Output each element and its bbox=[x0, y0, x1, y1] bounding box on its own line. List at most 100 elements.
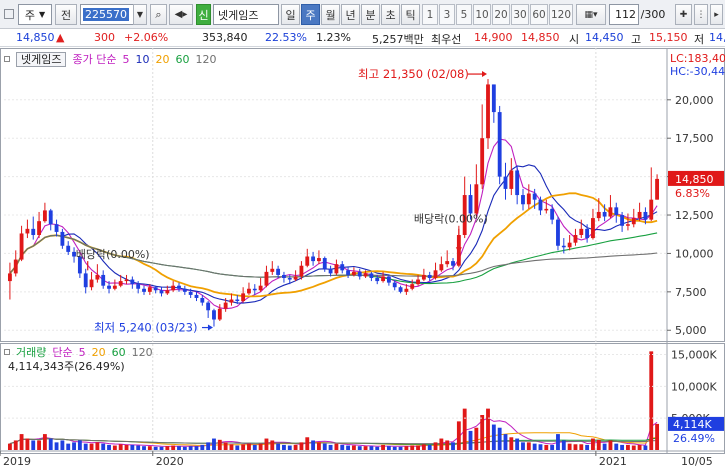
tool-expand-button[interactable]: ▸ bbox=[710, 4, 723, 25]
candle-body bbox=[550, 208, 555, 220]
volume-bar bbox=[287, 445, 292, 450]
legend-ma120: 120 bbox=[195, 52, 217, 66]
volume-bar bbox=[340, 444, 345, 450]
chart-area[interactable]: 5,0007,50010,00012,50015,00017,50020,000… bbox=[0, 48, 725, 472]
legend-vma120: 120 bbox=[131, 345, 153, 359]
volume-bar bbox=[346, 445, 350, 450]
market-all-button[interactable]: 전 bbox=[55, 4, 77, 25]
candle-body bbox=[252, 288, 257, 291]
candle-body bbox=[299, 265, 304, 277]
legend-vma20: 20 bbox=[91, 345, 106, 359]
candle-body bbox=[165, 290, 170, 294]
interval-20-button[interactable]: 20 bbox=[492, 4, 510, 25]
candle-body bbox=[206, 302, 211, 311]
window-icon[interactable] bbox=[4, 9, 14, 19]
period-second-tab[interactable]: 초 bbox=[381, 4, 400, 25]
period-tick-tab[interactable]: 틱 bbox=[401, 4, 420, 25]
period-day-tab[interactable]: 일 bbox=[281, 4, 300, 25]
candle-body bbox=[171, 285, 176, 291]
candle-body bbox=[620, 215, 625, 226]
period-week-tab[interactable]: 주 bbox=[301, 4, 320, 25]
candle-body bbox=[223, 302, 228, 309]
candle-body bbox=[369, 273, 374, 279]
settings-button[interactable]: ▦▾ bbox=[576, 4, 606, 25]
candle-body bbox=[317, 258, 321, 262]
period-month-tab[interactable]: 월 bbox=[321, 4, 340, 25]
volume-bar bbox=[37, 440, 41, 450]
volume-bar bbox=[229, 444, 234, 450]
volume-bar bbox=[550, 444, 555, 450]
interval-3-button[interactable]: 3 bbox=[439, 4, 455, 25]
speaker-icon: ◀▸ bbox=[174, 9, 188, 20]
volume-bar bbox=[89, 443, 94, 450]
annotation-low: 최저 5,240 (03/23) bbox=[94, 321, 198, 335]
volume-bar bbox=[421, 444, 426, 450]
x-right-label: 10/05 bbox=[681, 455, 713, 468]
volume-bar bbox=[194, 446, 199, 450]
best-label: 최우선 bbox=[431, 33, 462, 46]
interval-10-button[interactable]: 10 bbox=[473, 4, 491, 25]
low-price: 14, bbox=[709, 31, 725, 44]
candle-body bbox=[421, 274, 426, 280]
interval-5-button[interactable]: 5 bbox=[456, 4, 472, 25]
sound-button[interactable]: ◀▸ bbox=[169, 4, 193, 25]
interval-1-button[interactable]: 1 bbox=[422, 4, 438, 25]
dots-icon: ⋮ bbox=[696, 9, 706, 20]
volume-bar bbox=[631, 445, 636, 450]
code-value: 225570 bbox=[83, 8, 129, 21]
volume-bar bbox=[526, 442, 531, 450]
tool-more-button[interactable]: ⋮ bbox=[694, 4, 708, 25]
candle-body bbox=[48, 210, 53, 225]
volume-bar bbox=[311, 440, 316, 450]
interval-30-button[interactable]: 30 bbox=[511, 4, 529, 25]
candle-body bbox=[416, 279, 420, 285]
volume-bar bbox=[357, 446, 362, 450]
candle-body bbox=[515, 170, 520, 196]
count-value: 112 bbox=[615, 8, 636, 21]
search-button[interactable]: ⌕ bbox=[150, 4, 167, 25]
volume-bar bbox=[171, 445, 176, 450]
volume-bar bbox=[643, 445, 648, 450]
legend-stock-name[interactable]: 넷게임즈 bbox=[16, 51, 67, 67]
code-dropdown-button[interactable]: ▼ bbox=[133, 4, 147, 25]
legend-ma60: 60 bbox=[175, 52, 190, 66]
period-minute-tab[interactable]: 분 bbox=[361, 4, 380, 25]
interval-60-button[interactable]: 60 bbox=[530, 4, 548, 25]
annotation-dividend-2: 배당락(0.00%) bbox=[414, 213, 488, 226]
volume-bar bbox=[31, 440, 36, 450]
price-tick-label: 7,500 bbox=[675, 286, 707, 299]
candle-body bbox=[31, 228, 36, 235]
candle-body bbox=[101, 274, 106, 286]
volume-bar bbox=[252, 444, 257, 450]
candle-body bbox=[468, 195, 473, 214]
volume-bar bbox=[177, 446, 181, 450]
candle-body bbox=[247, 288, 251, 294]
interval-120-button[interactable]: 120 bbox=[549, 4, 573, 25]
candle-body bbox=[241, 293, 246, 302]
candle-body bbox=[217, 308, 222, 320]
tool-grid-button[interactable]: ✚ bbox=[675, 4, 692, 25]
candle-body bbox=[147, 287, 152, 292]
volume-bar bbox=[42, 434, 47, 450]
legend-vma5: 5 bbox=[78, 345, 86, 359]
count-input[interactable]: 112 bbox=[609, 4, 639, 25]
up-arrow-icon: ▲ bbox=[56, 31, 65, 44]
market-select[interactable]: 주 ▼ bbox=[18, 4, 52, 25]
current-price: 14,850 bbox=[16, 31, 55, 44]
price-tick-label: 17,500 bbox=[675, 132, 714, 145]
candle-body bbox=[264, 271, 269, 286]
x-tick-label: 2021 bbox=[599, 455, 627, 468]
volume-bar bbox=[328, 444, 333, 450]
volume-bar bbox=[480, 415, 485, 450]
stock-name: 넷게임즈 bbox=[213, 4, 279, 25]
volume-bar bbox=[392, 446, 397, 450]
quote-bar: 14,850 ▲ 300 +2.06% 353,840 22.53% 1.23%… bbox=[0, 29, 725, 47]
volume-bar bbox=[101, 443, 106, 450]
candle-body bbox=[573, 234, 578, 243]
candle-body bbox=[235, 299, 240, 302]
chart-svg[interactable]: 5,0007,50010,00012,50015,00017,50020,000… bbox=[0, 48, 725, 469]
period-year-tab[interactable]: 년 bbox=[341, 4, 360, 25]
volume-bar bbox=[13, 440, 18, 450]
candle-body bbox=[270, 268, 275, 272]
candle-body bbox=[19, 233, 24, 260]
